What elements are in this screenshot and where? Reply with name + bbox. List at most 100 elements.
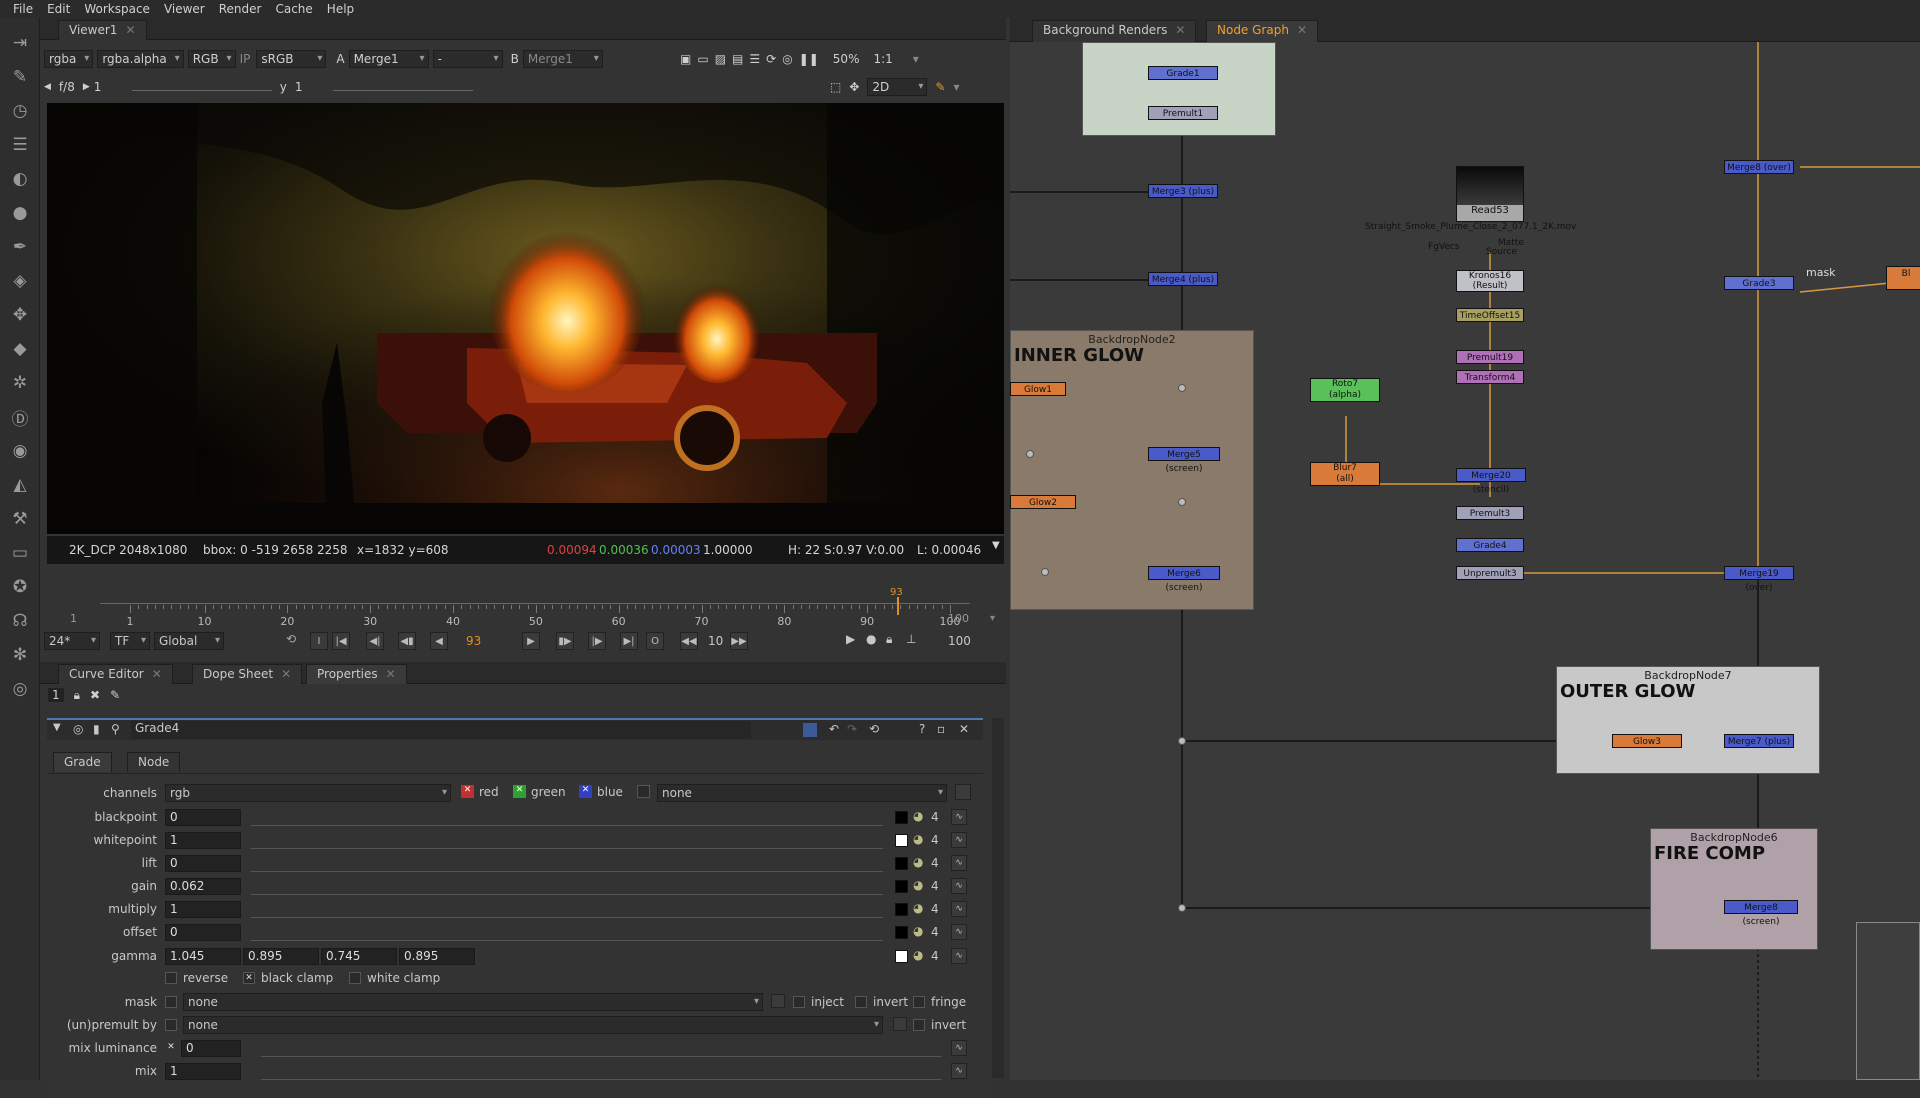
- range-icon[interactable]: ⊥: [906, 632, 916, 646]
- mix-slider[interactable]: [261, 1063, 941, 1080]
- mix-luminance-field[interactable]: 0: [181, 1040, 241, 1057]
- grade-param-slider[interactable]: [251, 855, 883, 872]
- pencil-icon[interactable]: ✎: [110, 688, 120, 702]
- gamma-swatch[interactable]: [895, 950, 908, 963]
- white-clamp-checkbox[interactable]: [349, 972, 361, 984]
- close-icon[interactable]: ✕: [1175, 23, 1185, 37]
- color-wheel-icon[interactable]: ◕: [913, 832, 923, 846]
- image-tool-icon[interactable]: ⇥: [6, 30, 34, 56]
- help-icon[interactable]: ?: [919, 722, 925, 736]
- step-forward-button[interactable]: ▶▶: [730, 632, 748, 650]
- flipbook-icon[interactable]: ▶: [846, 632, 855, 646]
- transform-tool-icon[interactable]: ✥: [6, 302, 34, 328]
- premult-checkbox[interactable]: [165, 1019, 177, 1031]
- revert-icon[interactable]: ⟲: [869, 722, 879, 736]
- color-wheel-icon[interactable]: ◕: [913, 878, 923, 892]
- redo-icon[interactable]: ↷: [847, 722, 857, 736]
- fps-dropdown[interactable]: 24*: [44, 632, 100, 650]
- grade-param-field[interactable]: 0: [165, 809, 241, 826]
- keyer-tool-icon[interactable]: ✒: [6, 234, 34, 260]
- chevron-down-icon[interactable]: ▼: [992, 540, 1000, 551]
- alpha-channel-dropdown[interactable]: rgba.alpha: [97, 50, 184, 68]
- deep-tool-icon[interactable]: Ⓓ: [6, 404, 34, 430]
- green-checkbox[interactable]: ✕: [513, 785, 526, 798]
- grade-param-field[interactable]: 1: [165, 901, 241, 918]
- view-mode-dropdown[interactable]: 2D: [867, 78, 928, 96]
- wipe-icon[interactable]: ▨: [715, 52, 726, 66]
- tab-properties[interactable]: Properties ✕: [306, 664, 407, 684]
- color-pick-icon[interactable]: ⚲: [111, 722, 120, 736]
- node-premult3[interactable]: Premult3: [1456, 506, 1524, 520]
- inject-checkbox[interactable]: [793, 996, 805, 1008]
- timeline-start[interactable]: 1: [70, 612, 77, 625]
- backdrop-outer-glow[interactable]: BackdropNode7 OUTER GLOW: [1556, 666, 1820, 774]
- next-keyframe-button[interactable]: |▶: [588, 632, 606, 650]
- curve-icon[interactable]: ∿: [951, 948, 967, 964]
- node-kronos16[interactable]: Kronos16 (Result): [1456, 270, 1524, 292]
- grade-param-slider[interactable]: [251, 878, 883, 895]
- max-panels-field[interactable]: 1: [48, 688, 64, 702]
- gain-slider[interactable]: [131, 83, 272, 91]
- channels-count[interactable]: 4: [931, 879, 939, 893]
- node-grade4[interactable]: Grade4: [1456, 538, 1524, 552]
- grade-param-slider[interactable]: [251, 809, 883, 826]
- mask-dropdown[interactable]: none: [183, 993, 763, 1011]
- view-node-icon[interactable]: ◎: [73, 722, 83, 736]
- node-glow1[interactable]: Glow1: [1010, 382, 1066, 396]
- clear-icon[interactable]: ✖: [90, 688, 100, 702]
- lut-dropdown[interactable]: sRGB: [256, 50, 327, 68]
- dot-node[interactable]: [1041, 568, 1049, 576]
- undo-icon[interactable]: ↶: [829, 722, 839, 736]
- reverse-checkbox[interactable]: [165, 972, 177, 984]
- step-field[interactable]: 10: [708, 634, 723, 648]
- channels-count[interactable]: 4: [931, 833, 939, 847]
- curve-icon[interactable]: ∿: [951, 878, 967, 894]
- invert-checkbox[interactable]: [855, 996, 867, 1008]
- mix-luminance-checkbox[interactable]: ✕: [165, 1042, 177, 1054]
- node-merge-screen-1[interactable]: Merge5 (screen): [1148, 447, 1220, 474]
- prev-frame-button[interactable]: ◀▮: [398, 632, 416, 650]
- viewer-image[interactable]: [47, 103, 1004, 534]
- menu-file[interactable]: File: [6, 2, 40, 16]
- gamma-a-field[interactable]: 0.895: [399, 948, 475, 965]
- float-icon[interactable]: ▫: [937, 722, 945, 736]
- properties-scrollbar[interactable]: [992, 718, 1004, 1078]
- first-frame-button[interactable]: |◀: [332, 632, 350, 650]
- tab-node-graph[interactable]: Node Graph ✕: [1206, 20, 1319, 42]
- play-forward-button[interactable]: ▶: [522, 632, 540, 650]
- node-premult1[interactable]: Premult1: [1148, 106, 1218, 120]
- particles-tool-icon[interactable]: ✲: [6, 370, 34, 396]
- curve-icon[interactable]: ∿: [951, 924, 967, 940]
- color-wheel-icon[interactable]: ◕: [913, 924, 923, 938]
- 3d-tool-icon[interactable]: ◆: [6, 336, 34, 362]
- fringe-checkbox[interactable]: [913, 996, 925, 1008]
- step-back-button[interactable]: ◀◀: [680, 632, 698, 650]
- plugins-tool-icon[interactable]: ✻: [6, 642, 34, 668]
- composite-mode-dropdown[interactable]: -: [432, 50, 503, 68]
- dot-node[interactable]: [1178, 384, 1186, 392]
- alpha-checkbox[interactable]: [637, 785, 650, 798]
- color-swatch[interactable]: [895, 811, 908, 824]
- close-icon[interactable]: ✕: [281, 667, 291, 681]
- crop-icon[interactable]: ⬚: [830, 80, 841, 94]
- chevron-down-icon[interactable]: ▾: [990, 613, 995, 624]
- close-icon[interactable]: ✕: [1297, 23, 1307, 37]
- dot-node[interactable]: [1026, 450, 1034, 458]
- node-graph-canvas[interactable]: Grade1 Premult1 Merge3 (plus) Merge4 (pl…: [1010, 42, 1920, 1080]
- left-arrow-icon[interactable]: ◀: [44, 82, 51, 92]
- curve-icon[interactable]: ∿: [951, 809, 967, 825]
- input-b-dropdown[interactable]: Merge1: [522, 50, 603, 68]
- play-backward-button[interactable]: ◀: [430, 632, 448, 650]
- channel-link-button[interactable]: [955, 784, 971, 800]
- color-wheel-icon[interactable]: ◕: [913, 809, 923, 823]
- lock-icon[interactable]: 🔒︎: [74, 688, 80, 703]
- node-roto7[interactable]: Roto7 (alpha): [1310, 378, 1380, 402]
- mask-checkbox[interactable]: [165, 996, 177, 1008]
- menu-workspace[interactable]: Workspace: [77, 2, 157, 16]
- metadata-tool-icon[interactable]: ◭: [6, 472, 34, 498]
- right-arrow-icon[interactable]: ▶: [83, 82, 90, 92]
- close-icon[interactable]: ✕: [152, 667, 162, 681]
- frame-field[interactable]: 93: [466, 634, 481, 648]
- node-glow3[interactable]: Glow3: [1612, 734, 1682, 748]
- node-premult19[interactable]: Premult19: [1456, 350, 1524, 364]
